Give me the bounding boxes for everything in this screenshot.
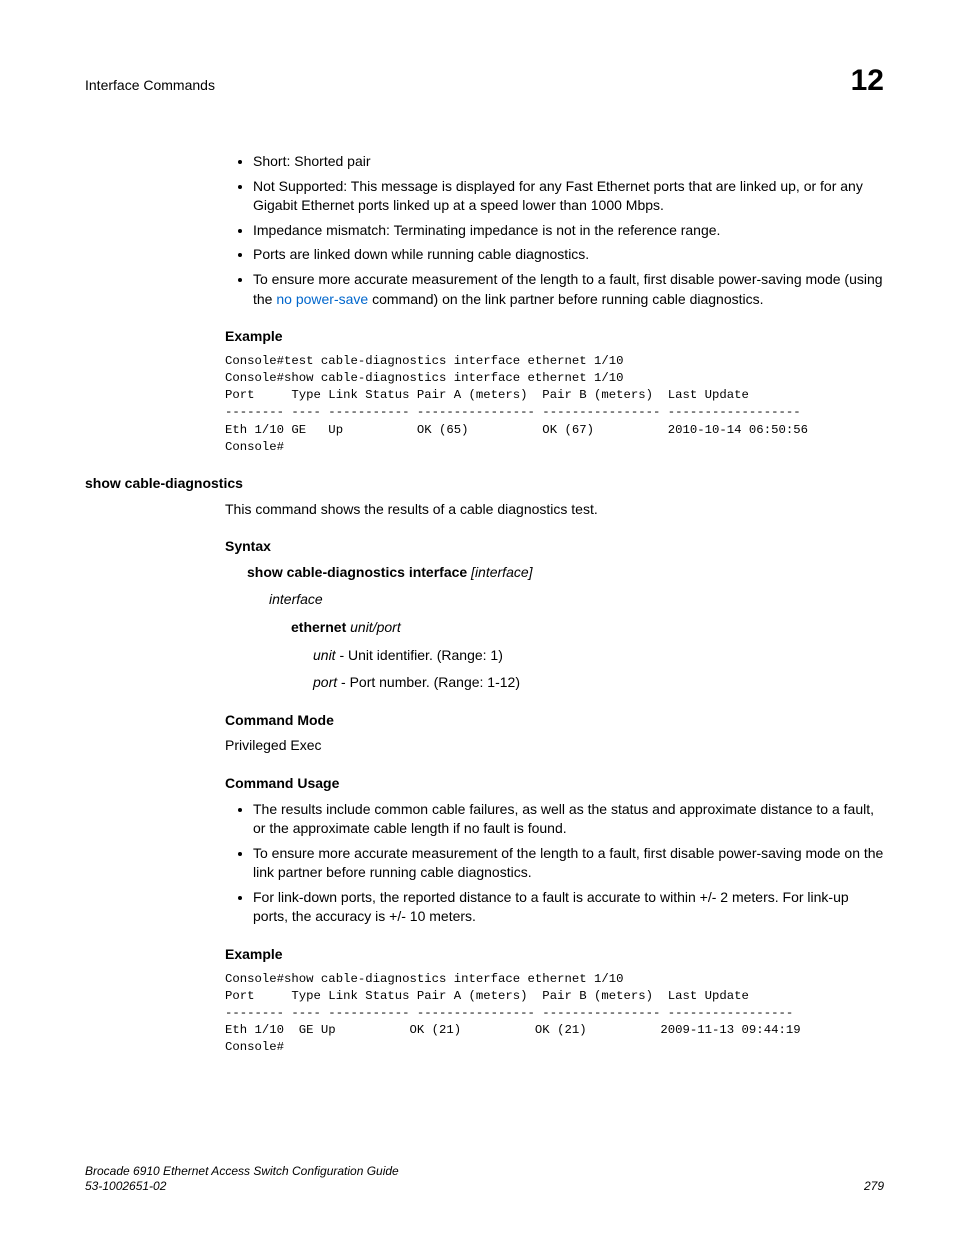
command-content: This command shows the results of a cabl… bbox=[225, 500, 884, 1057]
text-bold: show cable-diagnostics interface bbox=[247, 564, 467, 580]
command-description: This command shows the results of a cabl… bbox=[225, 500, 884, 520]
list-item: To ensure more accurate measurement of t… bbox=[253, 844, 884, 883]
command-usage-heading: Command Usage bbox=[225, 774, 884, 794]
list-item: Ports are linked down while running cabl… bbox=[253, 245, 884, 265]
list-item: To ensure more accurate measurement of t… bbox=[253, 270, 884, 309]
footer-title: Brocade 6910 Ethernet Access Switch Conf… bbox=[85, 1164, 399, 1180]
example-heading: Example bbox=[225, 327, 884, 347]
header-title: Interface Commands bbox=[85, 76, 215, 96]
footer-left: Brocade 6910 Ethernet Access Switch Conf… bbox=[85, 1164, 399, 1195]
text-italic: port bbox=[313, 674, 337, 690]
list-item: For link-down ports, the reported distan… bbox=[253, 888, 884, 927]
footer-docnum: 53-1002651-02 bbox=[85, 1179, 399, 1195]
list-item: Impedance mismatch: Terminating impedanc… bbox=[253, 221, 884, 241]
text-italic: unit bbox=[313, 647, 336, 663]
text: - Port number. (Range: 1-12) bbox=[337, 674, 520, 690]
example-heading: Example bbox=[225, 945, 884, 965]
page-header: Interface Commands 12 bbox=[85, 60, 884, 102]
content-top: Short: Shorted pair Not Supported: This … bbox=[225, 152, 884, 456]
text-italic: [interface] bbox=[467, 564, 532, 580]
code-block: Console#test cable-diagnostics interface… bbox=[225, 353, 884, 456]
chapter-number: 12 bbox=[851, 60, 884, 102]
usage-bullets: The results include common cable failure… bbox=[225, 800, 884, 928]
text-italic: unit/port bbox=[350, 619, 401, 635]
bullet-list-outer: Ports are linked down while running cabl… bbox=[225, 245, 884, 309]
list-item: Not Supported: This message is displayed… bbox=[253, 177, 884, 216]
text: - Unit identifier. (Range: 1) bbox=[336, 647, 503, 663]
syntax-port: port - Port number. (Range: 1-12) bbox=[313, 673, 884, 693]
syntax-interface: interface bbox=[269, 590, 884, 610]
text-bold: ethernet bbox=[291, 619, 350, 635]
command-mode-heading: Command Mode bbox=[225, 711, 884, 731]
footer-page-number: 279 bbox=[864, 1178, 884, 1195]
text: command) on the link partner before runn… bbox=[368, 291, 763, 307]
no-power-save-link[interactable]: no power-save bbox=[276, 291, 368, 307]
list-item: Short: Shorted pair bbox=[253, 152, 884, 172]
code-block: Console#show cable-diagnostics interface… bbox=[225, 971, 884, 1057]
command-name-heading: show cable-diagnostics bbox=[85, 474, 884, 494]
page-footer: Brocade 6910 Ethernet Access Switch Conf… bbox=[85, 1164, 884, 1195]
command-mode-text: Privileged Exec bbox=[225, 736, 884, 756]
syntax-ethernet: ethernet unit/port bbox=[291, 618, 884, 638]
syntax-block: show cable-diagnostics interface [interf… bbox=[247, 563, 884, 693]
list-item: The results include common cable failure… bbox=[253, 800, 884, 839]
syntax-line: show cable-diagnostics interface [interf… bbox=[247, 563, 884, 583]
bullet-list-inner: Short: Shorted pair Not Supported: This … bbox=[225, 152, 884, 240]
syntax-unit: unit - Unit identifier. (Range: 1) bbox=[313, 646, 884, 666]
syntax-heading: Syntax bbox=[225, 537, 884, 557]
